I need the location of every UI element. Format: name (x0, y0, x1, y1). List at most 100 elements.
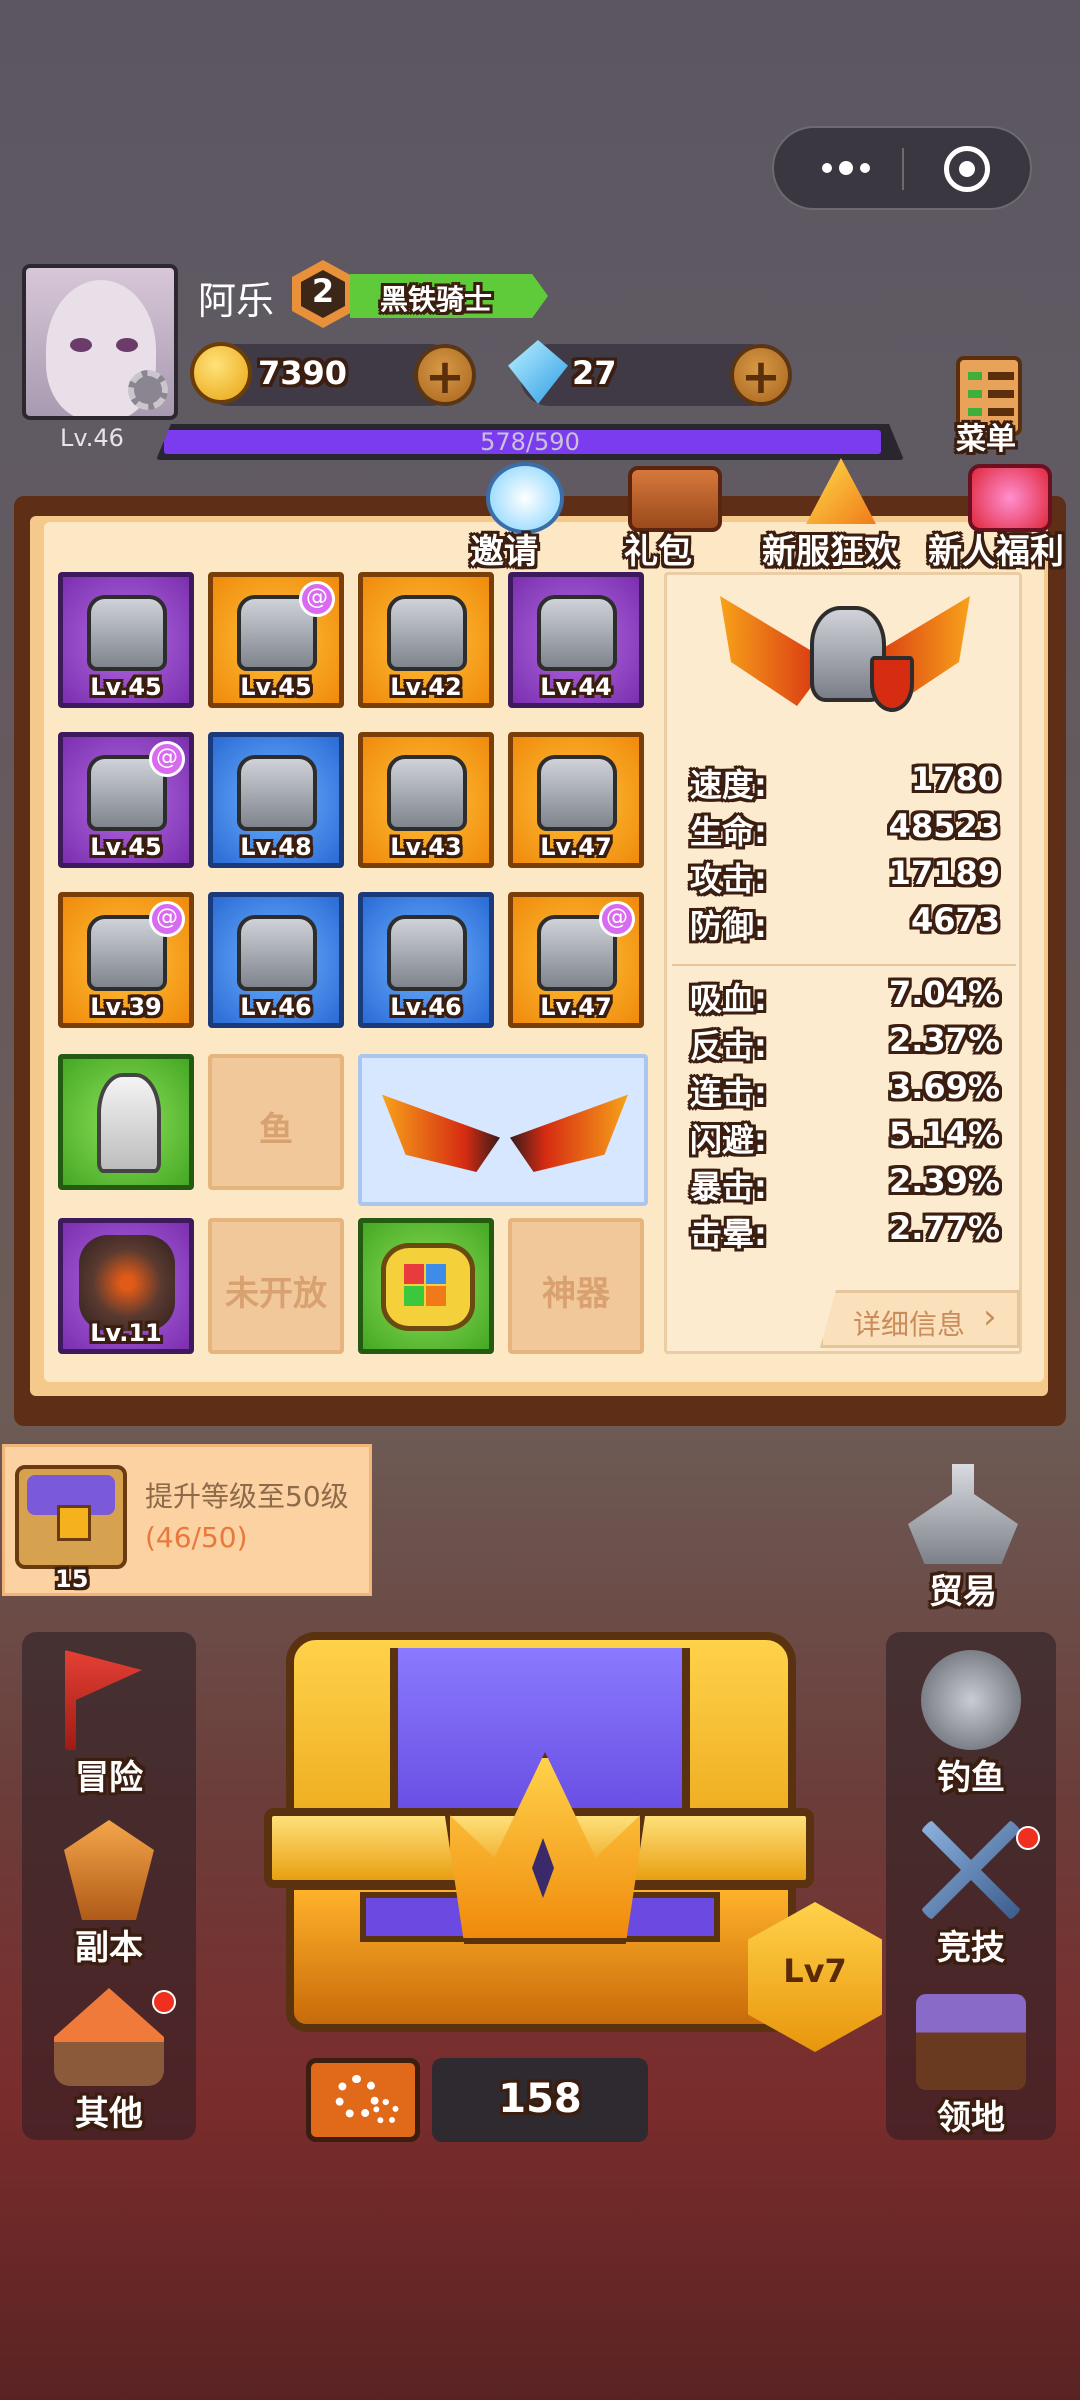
equipment-slot[interactable]: Lv.43 (358, 732, 494, 868)
stat-label: 攻击: (690, 860, 767, 898)
gauntlet-icon (237, 755, 317, 831)
equipment-slot[interactable]: Lv.42 (358, 572, 494, 708)
equipment-slot[interactable]: Lv.44 (508, 572, 644, 708)
stat-row: 暴击: 2.39% (690, 1162, 1000, 1208)
quest-reward-count: 15 (55, 1565, 89, 1593)
equipment-level: Lv.47 (540, 993, 612, 1021)
hero-portrait (700, 576, 990, 746)
equipment-slot[interactable]: Lv.46 (208, 892, 344, 1028)
newbie-welfare-button[interactable]: 新人福利 (928, 454, 1080, 572)
horse-mount-icon (97, 1073, 161, 1173)
mount-slot[interactable] (58, 1054, 194, 1190)
exp-text: 578/590 (480, 428, 580, 456)
trade-button[interactable]: 贸易 (888, 1464, 1038, 1613)
stats-basic: 速度: 1780 生命: 48523 攻击: 17189 防御: 4673 (690, 760, 1000, 950)
equipment-slot[interactable]: Lv.47 (508, 732, 644, 868)
stat-label: 连击: (690, 1074, 767, 1112)
stat-row: 击晕: 2.77% (690, 1209, 1000, 1255)
other-house-icon (54, 1988, 164, 2086)
locked-slot[interactable]: 未开放 (208, 1218, 344, 1354)
target-icon[interactable] (944, 146, 990, 192)
stat-label: 速度: (690, 766, 767, 804)
amulet-slot[interactable] (358, 1218, 494, 1354)
add-gold-button[interactable]: + (414, 344, 476, 406)
more-dots-icon[interactable] (814, 156, 884, 182)
necklace-icon (387, 595, 467, 671)
territory-button[interactable]: 领地 (896, 1994, 1046, 2139)
fish-slot[interactable]: 鱼 (208, 1054, 344, 1190)
arena-notification-dot (1016, 1826, 1040, 1850)
equipment-slot[interactable]: @ Lv.47 (508, 892, 644, 1028)
menu-button[interactable]: 菜单 (950, 356, 1034, 457)
stat-label: 生命: (690, 813, 767, 851)
stat-value: 2.37% (888, 1021, 1000, 1059)
chest-settings-button[interactable] (306, 2058, 420, 2142)
capsule-divider (902, 148, 904, 190)
adventure-button[interactable]: 冒险 (34, 1650, 184, 1799)
stat-row: 吸血: 7.04% (690, 974, 1000, 1020)
stat-value: 1780 (910, 760, 1000, 798)
other-notification-dot (152, 1990, 176, 2014)
pet-slot[interactable]: Lv.11 (58, 1218, 194, 1354)
gold-amount: 7390 (258, 354, 348, 392)
equipment-slot[interactable]: @ Lv.39 (58, 892, 194, 1028)
stat-row: 反击: 2.37% (690, 1021, 1000, 1067)
stat-value: 17189 (888, 854, 1000, 892)
stat-label: 防御: (690, 907, 767, 945)
golem-pet-icon (79, 1235, 175, 1331)
ring-icon (237, 915, 317, 991)
dungeon-button[interactable]: 副本 (34, 1820, 184, 1969)
avatar[interactable] (22, 264, 178, 420)
equipment-slot[interactable]: Lv.45 (58, 572, 194, 708)
equipment-level: Lv.45 (240, 673, 312, 701)
rank-badge: 2 (292, 260, 354, 328)
equipment-slot[interactable]: @ Lv.45 (208, 572, 344, 708)
stat-label: 暴击: (690, 1168, 767, 1206)
stats-divider (672, 964, 1016, 966)
stat-row: 闪避: 5.14% (690, 1115, 1000, 1161)
trade-ship-icon (908, 1464, 1018, 1564)
quest-card[interactable]: 15 提升等级至50级 (46/50) (2, 1444, 372, 1596)
gear-icon[interactable] (128, 370, 168, 410)
detail-info-button[interactable]: 详细信息 › (820, 1290, 1020, 1348)
equipment-level: Lv.48 (240, 833, 312, 861)
stat-value: 7.04% (888, 974, 1000, 1012)
equipment-level: Lv.43 (390, 833, 462, 861)
quest-progress: (46/50) (145, 1521, 248, 1554)
stat-row: 连击: 3.69% (690, 1068, 1000, 1114)
big-treasure-chest[interactable] (264, 1612, 814, 2042)
gift-pack-button[interactable]: 礼包 (610, 454, 730, 572)
fishing-button[interactable]: 钓鱼 (896, 1650, 1046, 1799)
equipment-level: Lv.46 (240, 993, 312, 1021)
stat-value: 3.69% (888, 1068, 1000, 1106)
boots-icon (387, 915, 467, 991)
equipment-level: Lv.46 (390, 993, 462, 1021)
invite-button[interactable]: 邀请 (460, 454, 580, 572)
equipment-slot[interactable]: @ Lv.45 (58, 732, 194, 868)
artifact-slot[interactable]: 神器 (508, 1218, 644, 1354)
stats-extra: 吸血: 7.04% 反击: 2.37% 连击: 3.69% 闪避: 5.14% 暴击: 2.39%… (690, 974, 1000, 1264)
rubik-amulet-icon (381, 1243, 475, 1331)
mini-program-capsule (772, 126, 1032, 210)
territory-icon (916, 1994, 1026, 2090)
player-name: 阿乐 (198, 279, 275, 323)
equipment-slot[interactable]: Lv.46 (358, 892, 494, 1028)
stat-value: 4673 (910, 901, 1000, 939)
title-ribbon: 黑铁骑士 (350, 274, 548, 318)
equipment-level: Lv.42 (390, 673, 462, 701)
chevron-right-icon: › (983, 1297, 997, 1337)
equipment-level: Lv.45 (90, 673, 162, 701)
wings-slot[interactable] (358, 1054, 648, 1206)
equipment-slot[interactable]: Lv.48 (208, 732, 344, 868)
stat-row: 防御: 4673 (690, 901, 1000, 947)
spiral-badge-icon: @ (599, 901, 635, 937)
treasure-chest-icon (15, 1465, 127, 1569)
top-actions: 邀请 礼包 新服狂欢 新人福利 (440, 454, 1080, 574)
new-server-carnival-icon (806, 458, 876, 524)
dungeon-wings-icon (64, 1820, 154, 1920)
new-server-carnival-button[interactable]: 新服狂欢 (762, 454, 922, 572)
add-gem-button[interactable]: + (730, 344, 792, 406)
equipment-level: Lv.39 (90, 993, 162, 1021)
gift-pack-icon (628, 466, 722, 532)
gem-amount: 27 (572, 354, 617, 392)
